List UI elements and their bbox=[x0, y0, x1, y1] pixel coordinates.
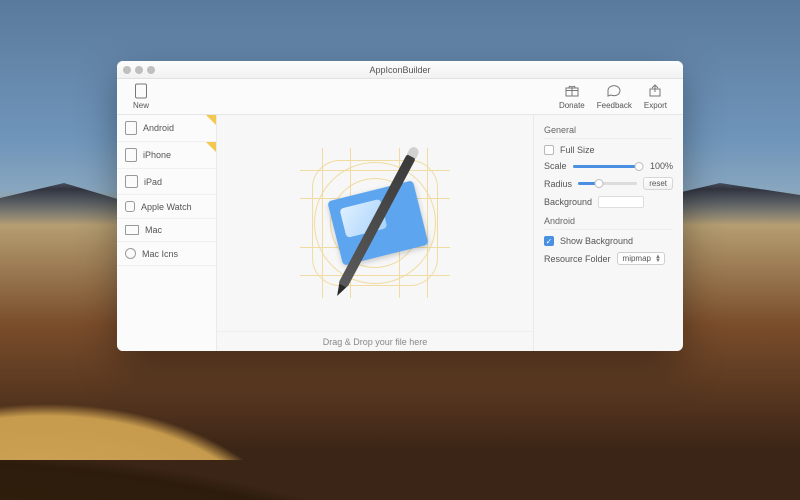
resfolder-value: mipmap bbox=[623, 254, 651, 263]
resfolder-select[interactable]: mipmap ▲▼ bbox=[617, 252, 665, 265]
resfolder-row: Resource Folder mipmap ▲▼ bbox=[544, 252, 673, 265]
document-icon bbox=[133, 83, 149, 99]
minimize-icon[interactable] bbox=[135, 66, 143, 74]
drop-hint[interactable]: Drag & Drop your file here bbox=[217, 331, 533, 351]
close-icon[interactable] bbox=[123, 66, 131, 74]
watch-icon bbox=[125, 201, 135, 212]
scale-row: Scale 100% bbox=[544, 161, 673, 171]
sidebar-item-label: Android bbox=[143, 123, 174, 133]
sidebar-item-label: Mac bbox=[145, 225, 162, 235]
sidebar-item-label: iPad bbox=[144, 177, 162, 187]
sidebar-item-mac[interactable]: Mac bbox=[117, 219, 216, 242]
icns-icon bbox=[125, 248, 136, 259]
sidebar-item-android[interactable]: Android bbox=[117, 115, 216, 142]
android-icon bbox=[125, 121, 137, 135]
titlebar[interactable]: AppIconBuilder bbox=[117, 61, 683, 79]
icon-preview bbox=[300, 148, 450, 298]
export-button[interactable]: Export bbox=[638, 83, 673, 110]
background-row: Background bbox=[544, 196, 673, 208]
export-icon bbox=[647, 83, 663, 99]
toolbar-label: Donate bbox=[559, 101, 585, 110]
zoom-icon[interactable] bbox=[147, 66, 155, 74]
showbg-row[interactable]: ✓ Show Background bbox=[544, 236, 673, 246]
toolbar-label: New bbox=[133, 101, 149, 110]
new-button[interactable]: New bbox=[127, 83, 155, 110]
canvas-area: Drag & Drop your file here bbox=[217, 115, 533, 351]
fullsize-checkbox[interactable] bbox=[544, 145, 554, 155]
radius-slider[interactable] bbox=[578, 182, 637, 185]
app-window: AppIconBuilder New Donate Feedback Ex bbox=[117, 61, 683, 351]
radius-label: Radius bbox=[544, 179, 572, 189]
sidebar-item-ipad[interactable]: iPad bbox=[117, 169, 216, 195]
showbg-label: Show Background bbox=[560, 236, 633, 246]
drop-hint-label: Drag & Drop your file here bbox=[323, 337, 428, 347]
inspector: General Full Size Scale 100% Radius rese… bbox=[533, 115, 683, 351]
radius-row: Radius reset bbox=[544, 177, 673, 190]
fullsize-row[interactable]: Full Size bbox=[544, 145, 673, 155]
resfolder-label: Resource Folder bbox=[544, 254, 611, 264]
flag-icon bbox=[206, 142, 216, 152]
scale-value: 100% bbox=[645, 161, 673, 171]
background-label: Background bbox=[544, 197, 592, 207]
preview-canvas[interactable] bbox=[217, 115, 533, 331]
chevron-updown-icon: ▲▼ bbox=[655, 255, 661, 263]
sidebar-item-macicns[interactable]: Mac Icns bbox=[117, 242, 216, 266]
feedback-button[interactable]: Feedback bbox=[591, 83, 638, 110]
feedback-icon bbox=[606, 83, 622, 99]
sidebar-item-label: Mac Icns bbox=[142, 249, 178, 259]
radius-reset-button[interactable]: reset bbox=[643, 177, 673, 190]
window-title: AppIconBuilder bbox=[369, 65, 430, 75]
iphone-icon bbox=[125, 148, 137, 162]
sidebar: Android iPhone iPad Apple Watch Mac bbox=[117, 115, 217, 351]
gift-icon bbox=[564, 83, 580, 99]
donate-button[interactable]: Donate bbox=[553, 83, 591, 110]
sidebar-item-iphone[interactable]: iPhone bbox=[117, 142, 216, 169]
fullsize-label: Full Size bbox=[560, 145, 595, 155]
flag-icon bbox=[206, 115, 216, 125]
toolbar-label: Export bbox=[644, 101, 667, 110]
mac-icon bbox=[125, 225, 139, 235]
sidebar-item-label: iPhone bbox=[143, 150, 171, 160]
showbg-checkbox[interactable]: ✓ bbox=[544, 236, 554, 246]
scale-slider[interactable] bbox=[573, 165, 639, 168]
traffic-lights bbox=[123, 66, 155, 74]
toolbar: New Donate Feedback Export bbox=[117, 79, 683, 115]
background-swatch[interactable] bbox=[598, 196, 644, 208]
toolbar-label: Feedback bbox=[597, 101, 632, 110]
sidebar-item-label: Apple Watch bbox=[141, 202, 192, 212]
section-android: Android bbox=[544, 216, 673, 230]
ipad-icon bbox=[125, 175, 138, 188]
scale-label: Scale bbox=[544, 161, 567, 171]
section-general: General bbox=[544, 125, 673, 139]
sidebar-item-applewatch[interactable]: Apple Watch bbox=[117, 195, 216, 219]
